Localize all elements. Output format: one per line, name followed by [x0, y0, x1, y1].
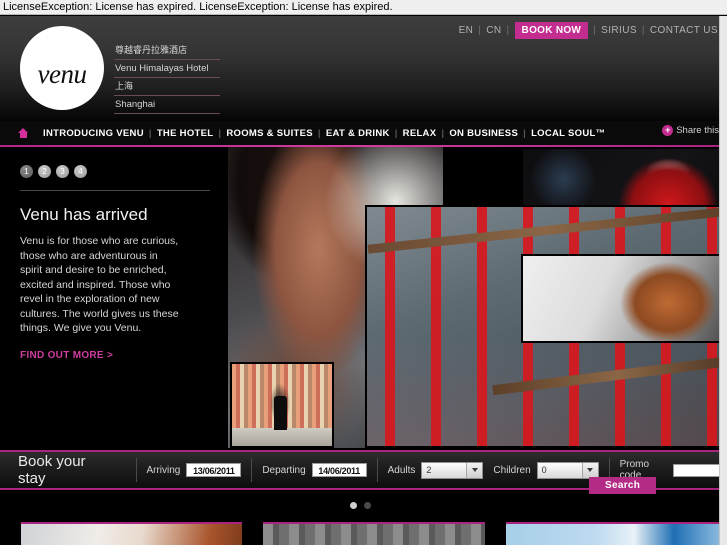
plus-circle-icon: +: [662, 125, 674, 136]
nav-rooms-suites[interactable]: ROOMS & SUITES: [222, 128, 317, 139]
nav-relax[interactable]: RELAX: [399, 128, 441, 139]
arriving-field: Arriving 13/06/2011: [146, 463, 242, 477]
children-select[interactable]: 0: [536, 461, 599, 479]
pavement-shape: [232, 428, 332, 446]
departing-label: Departing: [262, 464, 306, 476]
home-icon[interactable]: [18, 128, 29, 138]
site-header: venu 尊越睿丹拉雅酒店 Venu Himalayas Hotel 上海 Sh…: [0, 16, 727, 121]
lang-en-link[interactable]: EN: [454, 25, 479, 36]
hero-pager-dot-4[interactable]: 4: [74, 165, 87, 178]
utility-nav: EN | CN | BOOK NOW | SIRIUS | CONTACT US: [454, 22, 723, 39]
booking-divider: [135, 458, 137, 482]
share-this-label: Share this: [676, 125, 719, 136]
hero-divider: [20, 190, 210, 191]
pedestrian-shape: [274, 396, 287, 430]
thumbnail-row: [0, 522, 727, 545]
hotel-city-chinese: 上海: [114, 78, 220, 96]
adults-field: Adults 2: [387, 461, 484, 479]
thumb-spa[interactable]: [21, 522, 243, 545]
tree-branch-shape: [367, 207, 725, 254]
logo-wordmark: venu: [37, 58, 87, 89]
contact-us-link[interactable]: CONTACT US: [645, 25, 723, 36]
thumb-pool[interactable]: [505, 522, 727, 545]
nav-separator: |: [506, 25, 510, 36]
hero-section: 1 2 3 4 Venu has arrived Venu is for tho…: [0, 147, 727, 448]
children-field: Children 0: [493, 461, 599, 479]
adults-select[interactable]: 2: [421, 461, 484, 479]
booking-divider: [251, 458, 253, 482]
license-error-bar: LicenseException: License has expired. L…: [0, 0, 727, 15]
nav-on-business[interactable]: ON BUSINESS: [445, 128, 522, 139]
chevron-down-icon[interactable]: [466, 462, 483, 478]
departing-field: Departing 14/06/2011: [262, 463, 367, 477]
children-selected-value: 0: [541, 464, 547, 475]
lower-carousel-dot-2[interactable]: [364, 502, 371, 509]
sirius-link[interactable]: SIRIUS: [596, 25, 642, 36]
nav-local-soul[interactable]: LOCAL SOUL™: [527, 128, 609, 139]
book-now-button[interactable]: BOOK NOW: [514, 22, 589, 39]
lang-cn-link[interactable]: CN: [481, 25, 506, 36]
nav-the-hotel[interactable]: THE HOTEL: [153, 128, 218, 139]
hotel-name-english: Venu Himalayas Hotel: [114, 60, 220, 78]
hero-title: Venu has arrived: [20, 205, 148, 224]
lower-carousel-pagination: [350, 502, 371, 509]
hero-pager-dot-3[interactable]: 3: [56, 165, 69, 178]
find-out-more-link[interactable]: FIND OUT MORE >: [20, 350, 113, 361]
redhead-woman-photo[interactable]: [521, 254, 727, 343]
page-root: LicenseException: License has expired. L…: [0, 0, 727, 545]
chevron-down-icon[interactable]: [581, 462, 598, 478]
hero-pagination: 1 2 3 4: [20, 165, 210, 178]
arriving-label: Arriving: [146, 464, 181, 476]
booking-title: Book your stay: [18, 453, 86, 487]
hero-pager-dot-1[interactable]: 1: [20, 165, 33, 178]
lower-carousel-dot-1[interactable]: [350, 502, 357, 509]
hotel-name-block: 尊越睿丹拉雅酒店 Venu Himalayas Hotel 上海 Shangha…: [114, 42, 220, 114]
primary-nav-items: INTRODUCING VENU | THE HOTEL | ROOMS & S…: [39, 128, 609, 139]
hero-body-text: Venu is for those who are curious, those…: [20, 235, 179, 334]
adults-label: Adults: [387, 464, 416, 476]
primary-navigation: INTRODUCING VENU | THE HOTEL | ROOMS & S…: [0, 121, 727, 145]
hotel-name-chinese: 尊越睿丹拉雅酒店: [114, 42, 220, 60]
hero-text-panel: 1 2 3 4 Venu has arrived Venu is for tho…: [0, 147, 228, 448]
share-this-button[interactable]: + Share this: [662, 125, 719, 136]
adults-selected-value: 2: [426, 464, 432, 475]
hero-pager-dot-2[interactable]: 2: [38, 165, 51, 178]
page-scrollbar[interactable]: [719, 16, 727, 545]
venu-logo[interactable]: venu: [20, 26, 104, 110]
nav-introducing-venu[interactable]: INTRODUCING VENU: [39, 128, 148, 139]
booking-divider: [376, 458, 378, 482]
search-button[interactable]: Search: [589, 477, 657, 494]
nav-eat-drink[interactable]: EAT & DRINK: [322, 128, 394, 139]
hotel-city-english: Shanghai: [114, 96, 220, 114]
walking-man-photo[interactable]: [230, 362, 334, 448]
tree-branch-shape: [492, 354, 725, 395]
arriving-date-input[interactable]: 13/06/2011: [186, 463, 242, 477]
children-label: Children: [493, 464, 531, 476]
thumb-interior[interactable]: [263, 522, 485, 545]
hero-image-collage: [228, 147, 727, 448]
departing-date-input[interactable]: 14/06/2011: [311, 463, 367, 477]
